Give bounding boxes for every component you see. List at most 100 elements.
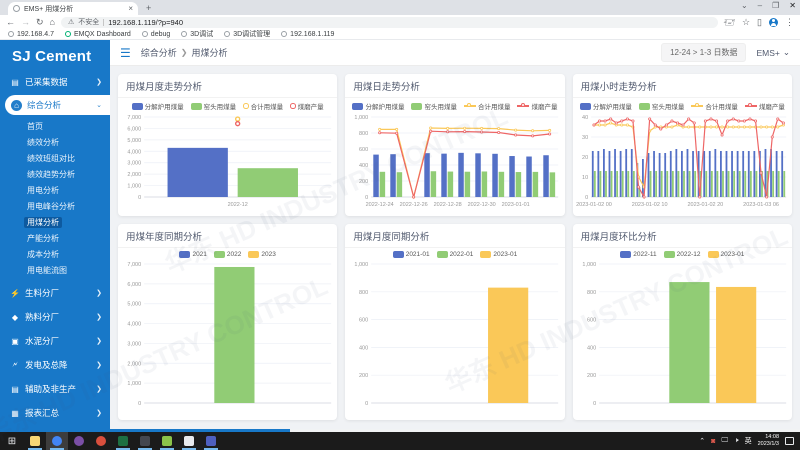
sidebar-submenu-item-首页[interactable]: 首页 (0, 118, 110, 134)
legend-item[interactable]: 合计用煤量 (691, 101, 738, 111)
legend-item[interactable]: 合计用煤量 (464, 101, 511, 111)
side-panel-icon[interactable]: ▯ (757, 18, 762, 27)
legend-item[interactable]: 2022-11 (620, 251, 656, 258)
drop-icon: ◆ (10, 313, 20, 322)
legend-item[interactable]: 2021-01 (393, 251, 430, 258)
user-menu-dropdown[interactable]: EMS+ ⌄ (756, 47, 790, 58)
legend-item[interactable]: 窑头用煤量 (639, 101, 685, 111)
chart-plot[interactable]: 01,0002,0003,0004,0005,0006,0007,000 (118, 259, 337, 409)
legend-item[interactable]: 窑头用煤量 (191, 101, 237, 111)
chart-card: 用煤月度同期分析 2021-01 2022-01 2023-01 0200400… (345, 224, 564, 420)
legend-swatch-icon (243, 103, 249, 109)
legend-label: 煤磨产量 (298, 101, 324, 111)
svg-text:800: 800 (359, 131, 368, 137)
share-icon[interactable]: 🖅 (724, 18, 735, 27)
bookmark-item[interactable]: 3D调试管理 (224, 29, 270, 39)
legend-item[interactable]: 煤磨产量 (517, 101, 557, 111)
sidebar-section-水泥分厂[interactable]: ▣ 水泥分厂 ❯ (0, 329, 110, 353)
sidebar-submenu-item-成本分析[interactable]: 成本分析 (0, 246, 110, 262)
taskbar-clock[interactable]: 14:08 2023/1/3 (758, 434, 779, 448)
legend-item[interactable]: 分解炉用煤量 (352, 101, 404, 111)
sidebar-submenu-item-用电峰谷分析[interactable]: 用电峰谷分析 (0, 198, 110, 214)
sidebar-submenu-item-绩效趋势分析[interactable]: 绩效趋势分析 (0, 166, 110, 182)
sidebar-item-comprehensive-analysis[interactable]: ⌂ 综合分析 ⌄ (5, 95, 110, 115)
legend-swatch-icon (290, 103, 296, 109)
taskbar-app-app-white[interactable] (178, 432, 200, 450)
home-icon[interactable]: ⌂ (50, 18, 55, 27)
window-maximize-button[interactable]: ❐ (772, 1, 779, 10)
legend-item[interactable]: 2022 (214, 251, 241, 258)
taskbar-app-file-explorer[interactable] (24, 432, 46, 450)
legend-item[interactable]: 煤磨产量 (745, 101, 785, 111)
sidebar-submenu-item-用煤分析[interactable]: 用煤分析 (0, 214, 110, 230)
taskbar-app-chrome[interactable] (46, 432, 68, 450)
window-close-button[interactable]: ✕ (789, 1, 796, 10)
legend-item[interactable]: 2023 (248, 251, 275, 258)
taskbar-app-media-player[interactable] (134, 432, 156, 450)
legend-item[interactable]: 2022-01 (437, 251, 474, 258)
back-icon[interactable]: ← (6, 18, 15, 27)
tray-chevron-up-icon[interactable]: ⌃ (699, 437, 705, 445)
legend-item[interactable]: 煤磨产量 (290, 101, 324, 111)
tab-close-icon[interactable]: × (128, 5, 133, 13)
legend-item[interactable]: 2023-01 (480, 251, 517, 258)
bookmark-item[interactable]: debug (142, 31, 170, 38)
sidebar-section-生料分厂[interactable]: ⚡ 生料分厂 ❯ (0, 281, 110, 305)
hamburger-menu-icon[interactable]: ☰ (120, 46, 131, 60)
chart-plot[interactable]: 02004006008001,000 (573, 259, 792, 409)
chart-plot[interactable]: 0102030402023-01-02 002023-01-02 102023-… (573, 112, 792, 208)
sidebar-submenu-item-用电分析[interactable]: 用电分析 (0, 182, 110, 198)
chart-plot[interactable]: 01,0002,0003,0004,0005,0006,0007,0002022… (118, 112, 337, 208)
sidebar-item-collected-data[interactable]: ▤ 已采集数据 ❯ (0, 71, 110, 93)
legend-item[interactable]: 合计用煤量 (243, 101, 283, 111)
sidebar-section-报表汇总[interactable]: ▦ 报表汇总 ❯ (0, 401, 110, 425)
breadcrumb-parent[interactable]: 综合分析 (141, 46, 177, 59)
legend-label: 2022-11 (633, 251, 656, 258)
bookmark-item[interactable]: EMQX Dashboard (65, 31, 131, 38)
chart-plot[interactable]: 02004006008001,000 (345, 259, 564, 409)
ime-indicator[interactable]: 英 (745, 436, 752, 446)
chart-plot[interactable]: 02004006008001,0002022-12-242022-12-2620… (345, 112, 564, 208)
sidebar-submenu-item-产能分析[interactable]: 产能分析 (0, 230, 110, 246)
url-input[interactable]: ⚠ 不安全 192.168.1.119/?p=940 (61, 17, 718, 28)
bookmark-item[interactable]: 192.168.1.119 (281, 31, 334, 38)
tab-search-chevron-icon[interactable]: ⌄ (741, 1, 748, 10)
forward-icon[interactable]: → (21, 18, 30, 27)
sidebar-submenu-item-绩效分析[interactable]: 绩效分析 (0, 134, 110, 150)
legend-item[interactable]: 窑头用煤量 (411, 101, 457, 111)
tray-volume-icon[interactable]: 🕨 (734, 437, 738, 445)
app-glyph-icon (206, 436, 216, 446)
chart-title: 用煤日走势分析 (345, 74, 564, 98)
taskbar-app-app-pinwheel[interactable] (90, 432, 112, 450)
legend-item[interactable]: 2023-01 (708, 251, 745, 258)
sidebar-section-发电及总降[interactable]: 🗲 发电及总降 ❯ (0, 353, 110, 377)
date-range-button[interactable]: 12-24 > 1-3 日数据 (661, 43, 746, 62)
bookmark-star-icon[interactable]: ☆ (742, 18, 750, 27)
bookmark-item[interactable]: 192.168.4.7 (8, 31, 54, 38)
bookmark-item[interactable]: 3D调试 (181, 29, 213, 39)
action-center-icon[interactable] (785, 437, 794, 445)
tray-shield-icon[interactable]: ◙ (711, 438, 715, 445)
browser-menu-kebab-icon[interactable]: ⋮ (785, 18, 794, 27)
reload-icon[interactable]: ↻ (36, 18, 44, 27)
profile-avatar[interactable] (769, 18, 778, 27)
tray-display-icon[interactable]: 🖵 (721, 437, 728, 445)
legend-item[interactable]: 分解炉用煤量 (580, 101, 632, 111)
legend-item[interactable]: 分解炉用煤量 (132, 101, 184, 111)
taskbar-app-excel[interactable] (112, 432, 134, 450)
not-secure-warning-icon[interactable]: ⚠ (68, 18, 74, 26)
browser-tab[interactable]: EMS+ 用煤分析 × (8, 2, 138, 15)
legend-item[interactable]: 2021 (179, 251, 206, 258)
taskbar-app-app-purple[interactable] (68, 432, 90, 450)
start-button[interactable]: ⊞ (0, 436, 24, 447)
taskbar-app-teams[interactable] (200, 432, 222, 450)
legend-item[interactable]: 2022-12 (664, 251, 701, 258)
sidebar-submenu-item-用电能流图[interactable]: 用电能流图 (0, 262, 110, 278)
breadcrumb-separator-icon: ❯ (181, 48, 188, 57)
window-minimize-button[interactable]: – (758, 1, 762, 10)
sidebar-section-熟料分厂[interactable]: ◆ 熟料分厂 ❯ (0, 305, 110, 329)
taskbar-app-notepad[interactable] (156, 432, 178, 450)
sidebar-submenu-item-绩效班组对比[interactable]: 绩效班组对比 (0, 150, 110, 166)
new-tab-button[interactable]: + (146, 3, 151, 15)
sidebar-section-辅助及非生产[interactable]: ▤ 辅助及非生产 ❯ (0, 377, 110, 401)
